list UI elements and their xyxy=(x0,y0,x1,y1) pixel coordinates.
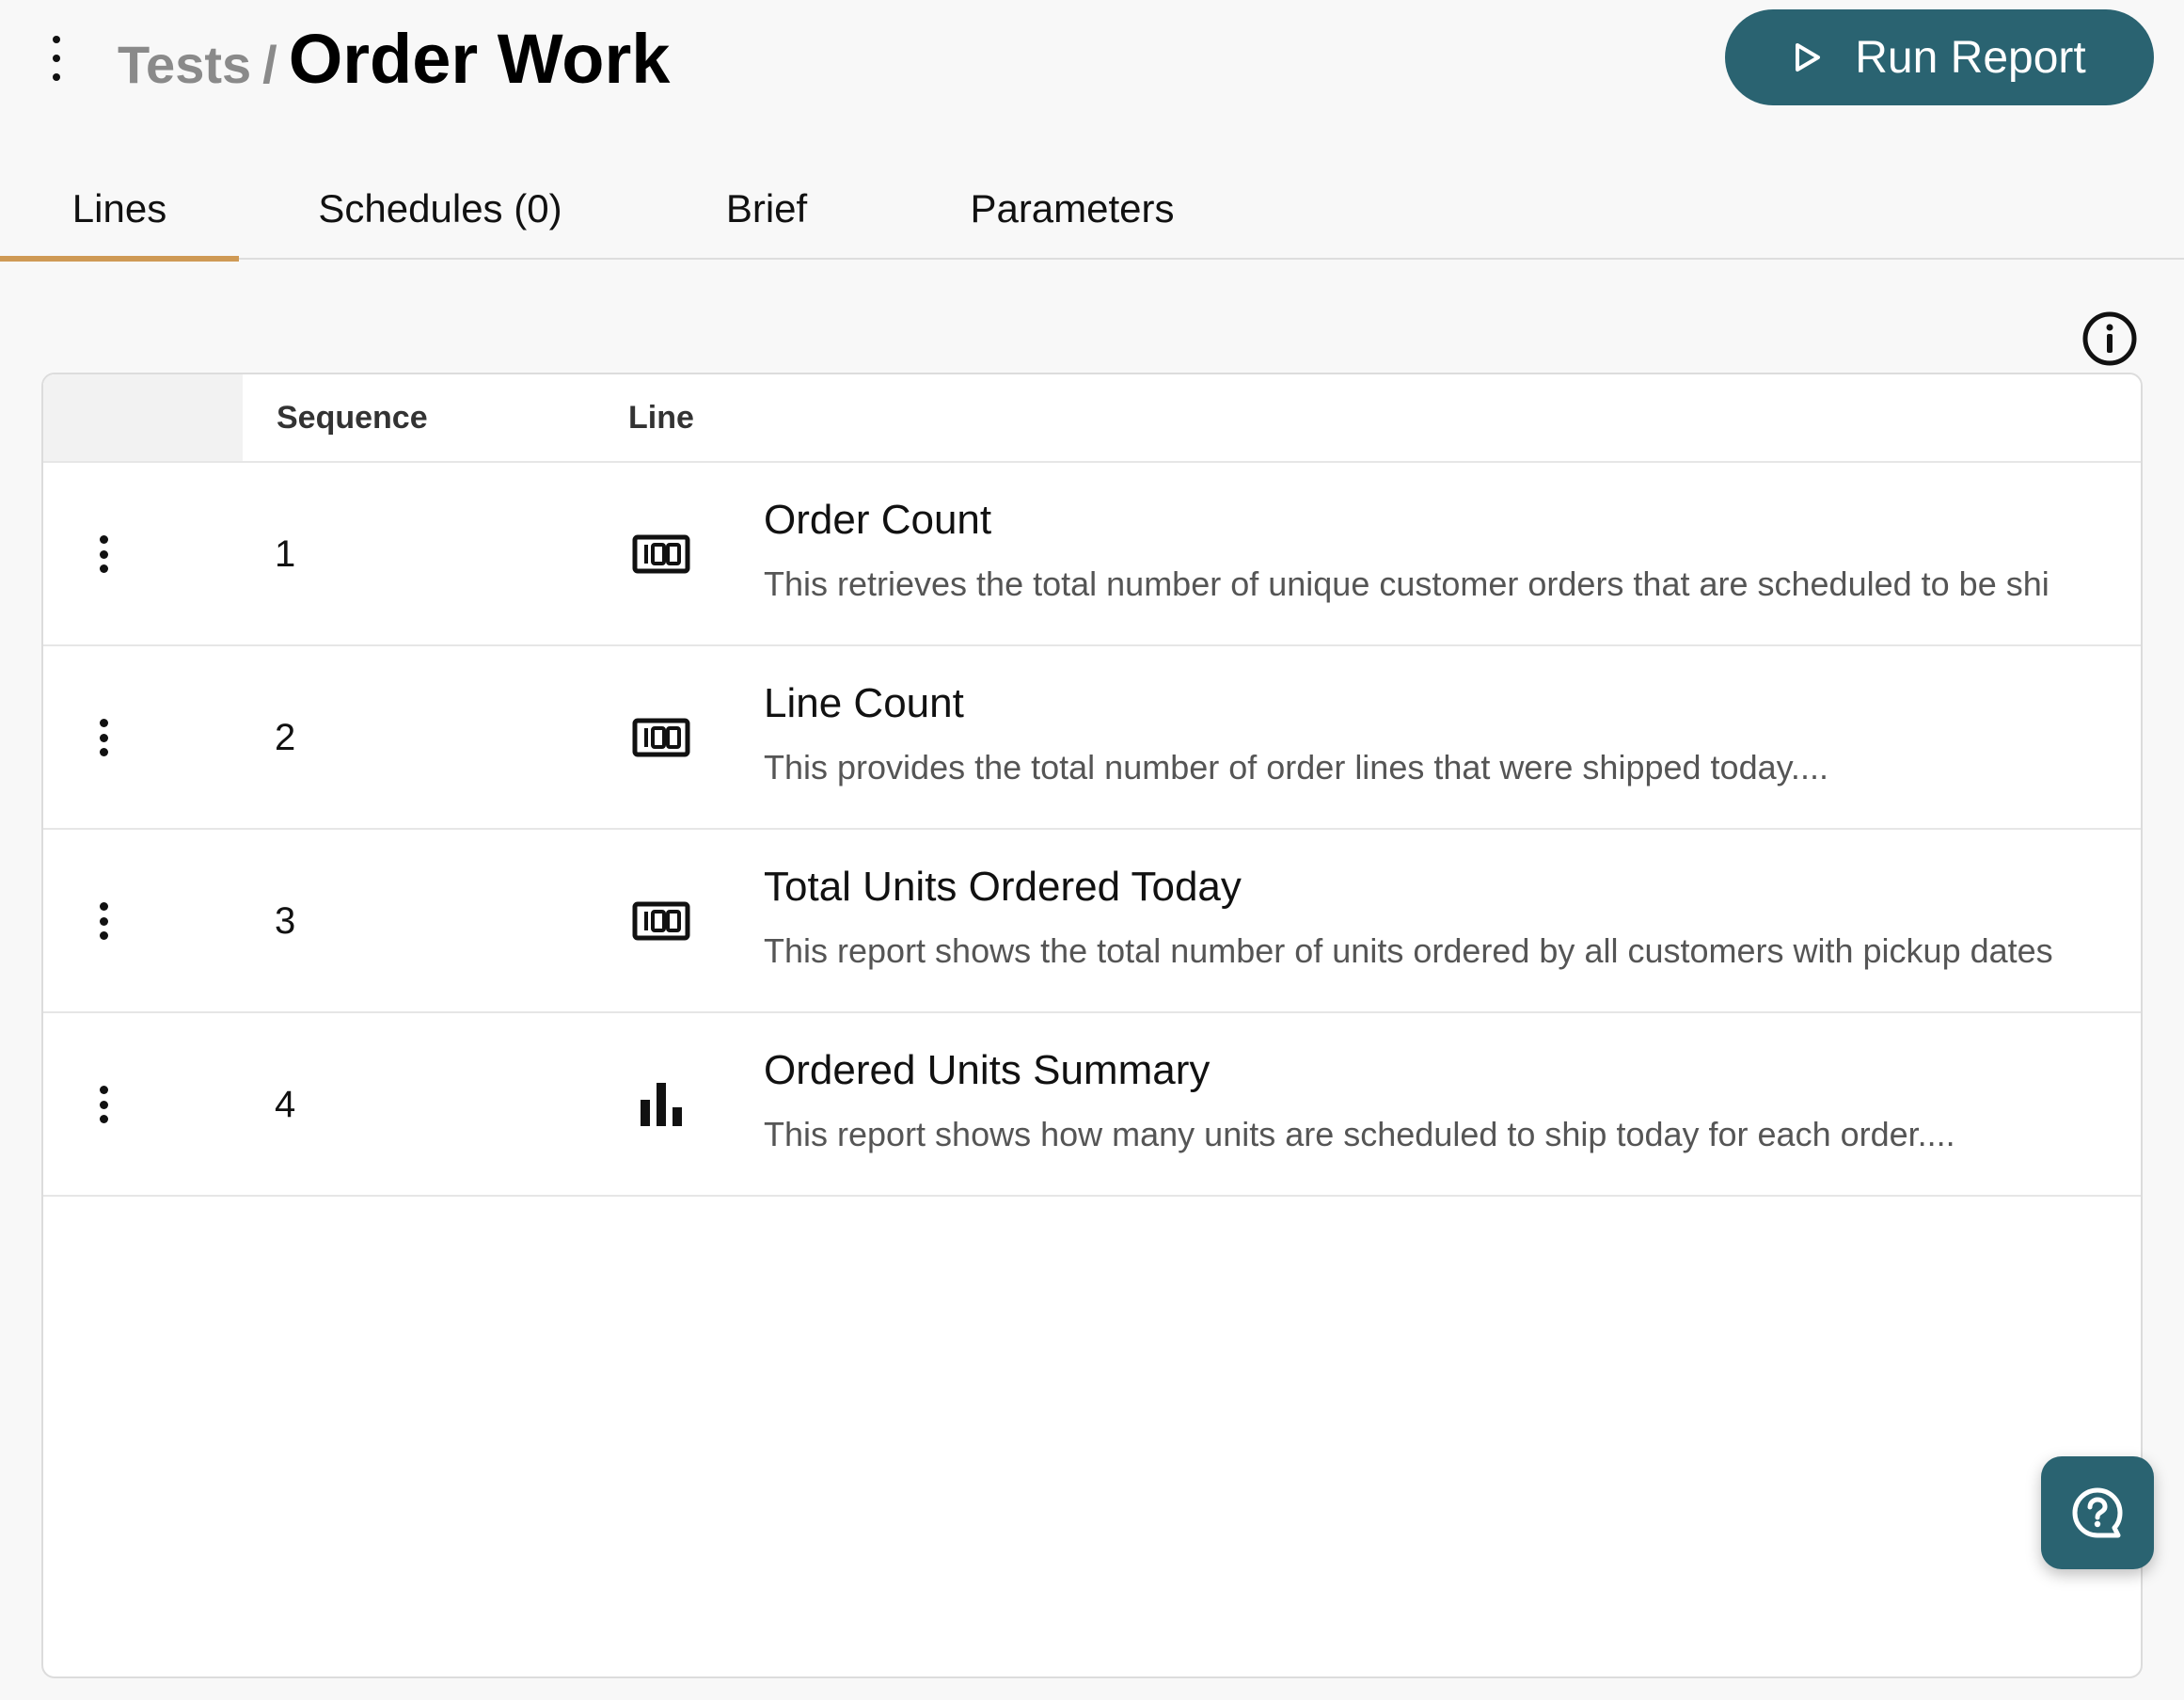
row-menu-icon[interactable] xyxy=(90,535,117,573)
page-header: Tests / Order Work Run Report xyxy=(0,0,2184,132)
line-description: This retrieves the total number of uniqu… xyxy=(764,564,2049,603)
tab-brief[interactable]: Brief xyxy=(696,158,837,260)
line-title: Ordered Units Summary xyxy=(764,1047,1211,1093)
line-title: Order Count xyxy=(764,497,992,543)
lines-table: Sequence Line 1 Order Count This retriev… xyxy=(41,373,2143,1678)
info-icon[interactable] xyxy=(2081,310,2138,367)
line-description: This provides the total number of order … xyxy=(764,748,1828,786)
run-report-button[interactable]: Run Report xyxy=(1725,9,2154,105)
table-row[interactable]: 2 Line Count This provides the total num… xyxy=(43,646,2141,830)
table-row[interactable]: 4 Ordered Units Summary This report show… xyxy=(43,1013,2141,1197)
breadcrumb-separator: / xyxy=(262,35,277,94)
tab-bar: Lines Schedules (0) Brief Parameters xyxy=(0,158,2184,262)
tab-schedules[interactable]: Schedules (0) xyxy=(282,158,598,260)
row-sequence: 4 xyxy=(275,1084,296,1125)
help-chat-icon xyxy=(2072,1487,2123,1538)
breadcrumb: Tests / Order Work xyxy=(118,19,670,98)
row-sequence: 3 xyxy=(275,900,296,942)
row-menu-icon[interactable] xyxy=(90,902,117,940)
row-menu-icon[interactable] xyxy=(90,719,117,756)
page-title: Order Work xyxy=(288,20,671,98)
table-row[interactable]: 3 Total Units Ordered Today This report … xyxy=(43,830,2141,1013)
tab-parameters[interactable]: Parameters xyxy=(941,158,1204,260)
number-tile-icon xyxy=(632,718,690,757)
tab-lines[interactable]: Lines xyxy=(0,158,239,262)
line-title: Total Units Ordered Today xyxy=(764,864,1242,910)
line-title: Line Count xyxy=(764,680,964,726)
column-header-sequence[interactable]: Sequence xyxy=(277,374,428,461)
bar-chart-icon xyxy=(641,1083,682,1126)
row-sequence: 1 xyxy=(275,533,296,575)
table-header: Sequence Line xyxy=(43,374,2141,463)
line-description: This report shows how many units are sch… xyxy=(764,1115,1955,1153)
number-tile-icon xyxy=(632,534,690,574)
help-button[interactable] xyxy=(2041,1456,2154,1569)
run-report-label: Run Report xyxy=(1855,32,2086,83)
row-sequence: 2 xyxy=(275,717,296,758)
line-description: This report shows the total number of un… xyxy=(764,931,2053,970)
column-header-line[interactable]: Line xyxy=(628,374,694,461)
row-menu-icon[interactable] xyxy=(90,1086,117,1123)
play-icon xyxy=(1796,43,1821,71)
page-menu-icon[interactable] xyxy=(43,36,70,81)
breadcrumb-parent-link[interactable]: Tests xyxy=(118,34,251,95)
table-row[interactable]: 1 Order Count This retrieves the total n… xyxy=(43,463,2141,646)
number-tile-icon xyxy=(632,901,690,941)
